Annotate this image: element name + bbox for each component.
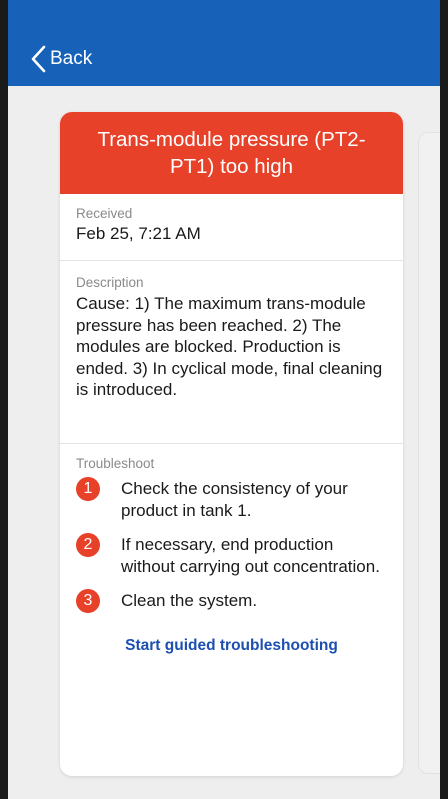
step-number-badge: 1 (76, 477, 100, 501)
chevron-left-icon (31, 45, 46, 73)
start-guided-troubleshooting-button[interactable]: Start guided troubleshooting (76, 637, 387, 655)
troubleshoot-step: 1 Check the consistency of your product … (76, 477, 387, 521)
troubleshoot-section: Troubleshoot 1 Check the consistency of … (60, 444, 403, 655)
step-number-badge: 2 (76, 533, 100, 557)
step-text: Check the consistency of your product in… (121, 479, 348, 520)
troubleshoot-step: 3 Clean the system. (76, 589, 387, 613)
description-label: Description (76, 275, 144, 290)
step-text: Clean the system. (121, 591, 258, 610)
troubleshoot-step: 2 If necessary, end production without c… (76, 533, 387, 577)
received-label: Received (76, 206, 133, 221)
alarm-card: Trans-module pressure (PT2-PT1) too high… (60, 112, 403, 776)
received-section: Received Feb 25, 7:21 AM (60, 194, 403, 261)
alarm-detail-screen: Back Trans-module pressure (PT2-PT1) too… (8, 0, 440, 799)
alarm-title: Trans-module pressure (PT2-PT1) too high (60, 112, 403, 194)
description-section: Description Cause: 1) The maximum trans-… (60, 261, 403, 444)
back-button[interactable]: Back (30, 44, 92, 74)
step-number-badge: 3 (76, 589, 100, 613)
navigation-bar: Back (8, 0, 440, 86)
troubleshoot-label: Troubleshoot (76, 456, 155, 471)
description-text: Cause: 1) The maximum trans-module press… (76, 294, 383, 399)
received-value: Feb 25, 7:21 AM (76, 224, 201, 243)
next-card-peek[interactable] (418, 132, 440, 774)
step-text: If necessary, end production without car… (121, 535, 380, 576)
back-label: Back (50, 48, 93, 69)
